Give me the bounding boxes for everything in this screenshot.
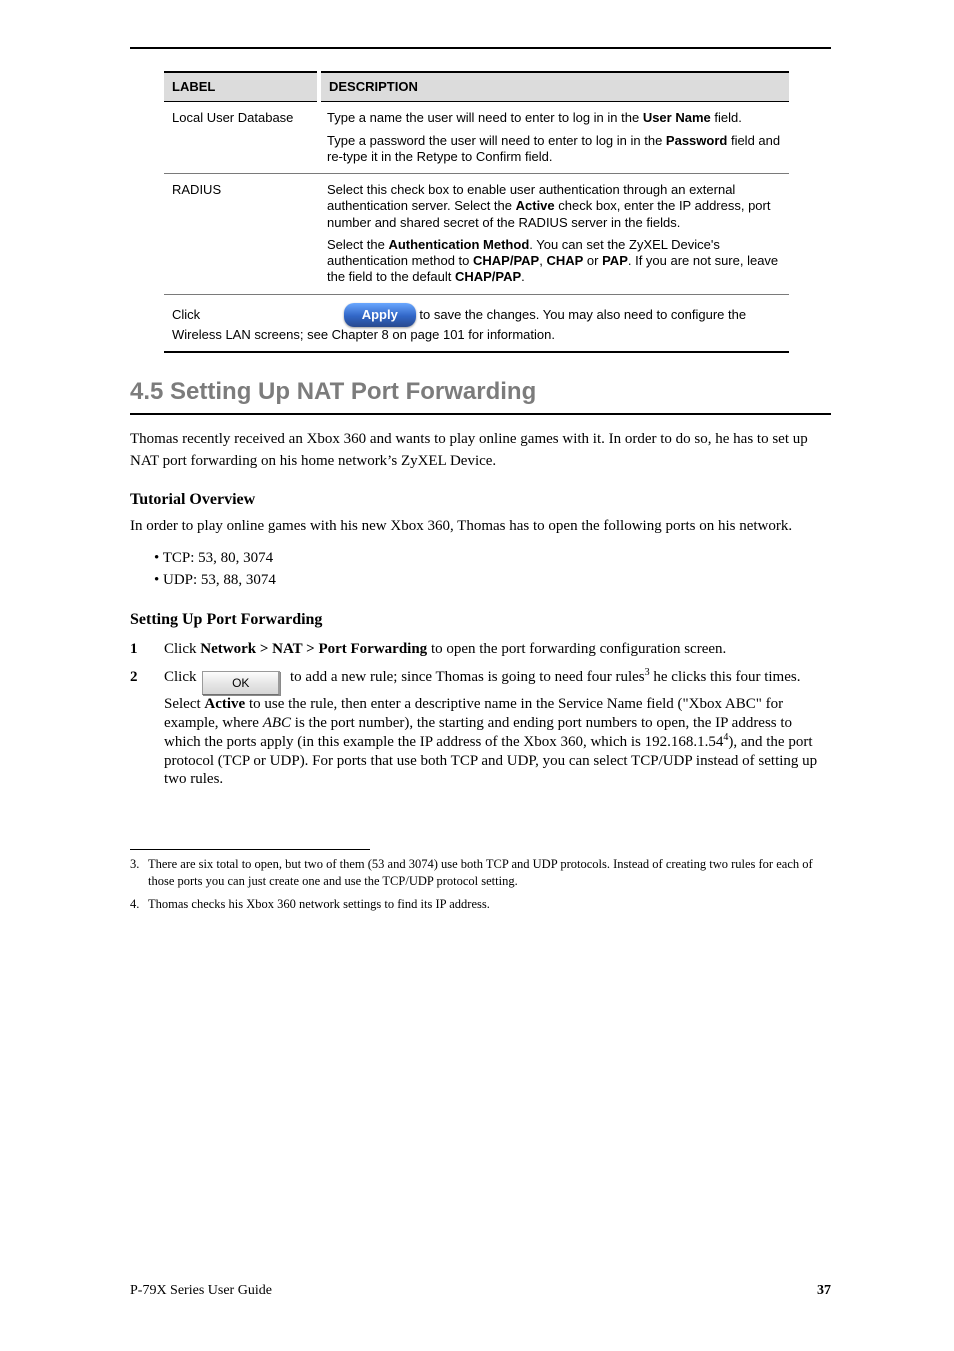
footnote-text: There are six total to open, but two of … [148, 856, 831, 890]
t: Select the Authentication Method. You ca… [327, 237, 781, 286]
t: to add a new rule; since Thomas is going… [290, 669, 645, 685]
cell-apply: Click Apply to save the changes. You may… [164, 294, 789, 352]
subheading: Setting Up Port Forwarding [130, 610, 831, 630]
t: Active [204, 696, 245, 712]
t: Type a password the user will need to en… [327, 133, 666, 148]
t: Click [172, 307, 204, 322]
t: . [521, 269, 525, 284]
t: User Name [643, 110, 711, 125]
footer-right: 37 [817, 1282, 831, 1300]
t: Network > NAT > Port Forwarding [200, 641, 427, 657]
step-text: Click OK to add a new rule; since Thomas… [164, 668, 831, 789]
footnote-num: 4. [130, 896, 148, 913]
step-number: 1 [130, 640, 164, 659]
t: Authentication Method [388, 237, 529, 252]
t: Type a password the user will need to en… [327, 133, 781, 166]
step-1: 1 Click Network > NAT > Port Forwarding … [130, 640, 831, 659]
t: Click Apply to save the changes. You may… [172, 303, 781, 343]
cell-desc: Type a name the user will need to enter … [319, 102, 789, 174]
step-number: 2 [130, 668, 164, 687]
t: Select the [327, 237, 388, 252]
t: CHAP/PAP [455, 269, 521, 284]
t: Active [516, 198, 555, 213]
th-label: LABEL [164, 72, 319, 102]
t: to save the changes. You may also need t… [172, 307, 746, 342]
cell-label: Local User Database [164, 102, 319, 174]
t: Type a name the user will need to enter … [327, 110, 643, 125]
t: Password [666, 133, 727, 148]
t: field. [711, 110, 742, 125]
section-rule [130, 413, 831, 415]
footnote-4: 4. Thomas checks his Xbox 360 network se… [130, 896, 831, 913]
cell-label: RADIUS [164, 174, 319, 295]
th-desc: DESCRIPTION [319, 72, 789, 102]
t: Click [164, 669, 200, 685]
ports-list: • TCP: 53, 80, 3074 • UDP: 53, 88, 3074 [154, 548, 831, 592]
t: ABC [263, 715, 291, 731]
page-top-rule [130, 47, 831, 49]
table-row: RADIUS Select this check box to enable u… [164, 174, 789, 295]
page-footer: P-79X Series User Guide 37 [130, 1282, 831, 1300]
footnote-text: Thomas checks his Xbox 360 network setti… [148, 896, 490, 913]
table-header-row: LABEL DESCRIPTION [164, 72, 789, 102]
overview-paragraph: In order to play online games with his n… [130, 516, 831, 538]
table-row-apply: Click Apply to save the changes. You may… [164, 294, 789, 352]
intro-paragraph: Thomas recently received an Xbox 360 and… [130, 429, 831, 473]
subheading: Tutorial Overview [130, 490, 831, 510]
table-row: Local User Database Type a name the user… [164, 102, 789, 174]
footnote-3: 3. There are six total to open, but two … [130, 856, 831, 890]
t: Click [164, 641, 200, 657]
section-heading: 4.5 Setting Up NAT Port Forwarding [130, 377, 831, 407]
footer-left: P-79X Series User Guide [130, 1282, 272, 1300]
cell-desc: Select this check box to enable user aut… [319, 174, 789, 295]
footnote-num: 3. [130, 856, 148, 890]
step-text: Click Network > NAT > Port Forwarding to… [164, 640, 831, 659]
t: CHAP [546, 253, 583, 268]
t: or [583, 253, 602, 268]
param-table: LABEL DESCRIPTION Local User Database Ty… [164, 71, 789, 353]
footnote-rule [130, 849, 370, 850]
t: to open the port forwarding configuratio… [427, 641, 726, 657]
ok-button[interactable]: OK [202, 671, 280, 695]
step-2: 2 Click OK to add a new rule; since Thom… [130, 668, 831, 789]
t: PAP [602, 253, 628, 268]
t: CHAP/PAP [473, 253, 539, 268]
apply-button[interactable]: Apply [344, 303, 416, 327]
